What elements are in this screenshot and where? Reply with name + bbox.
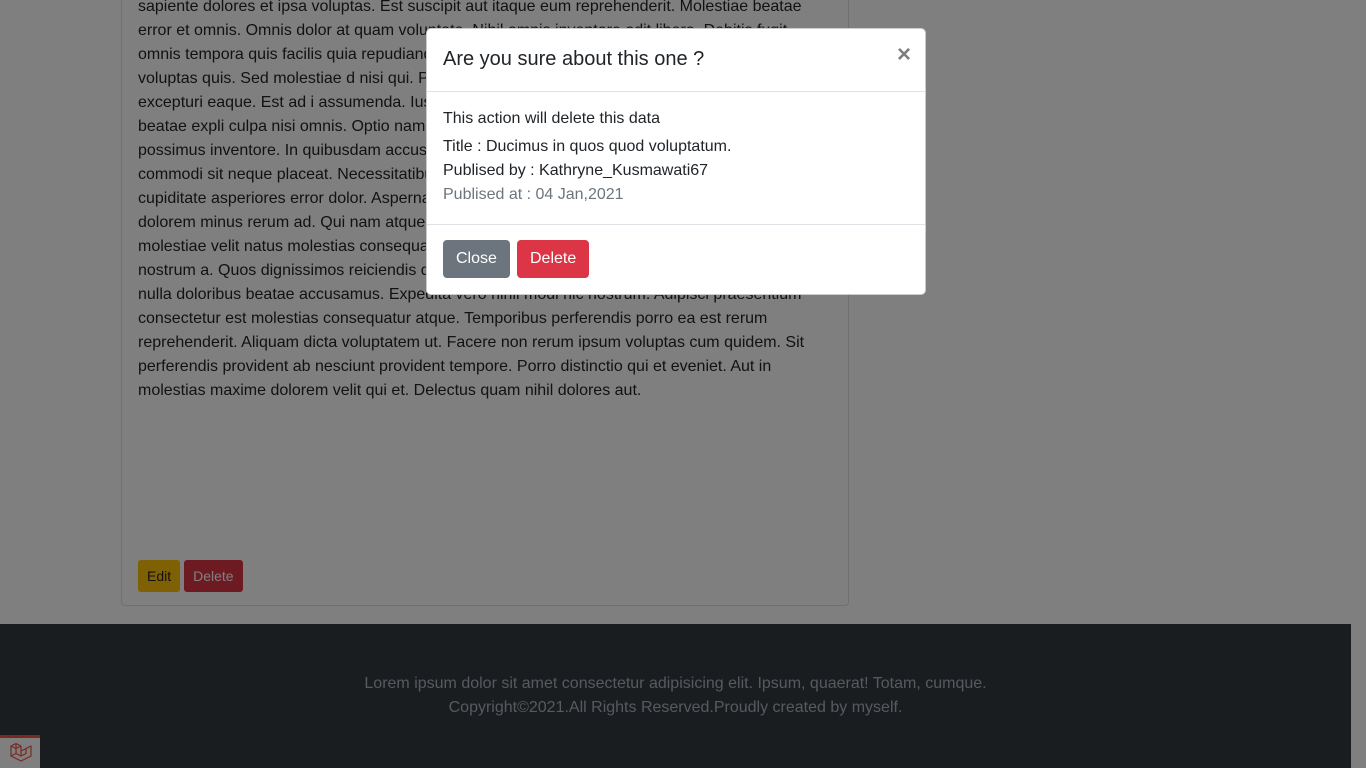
- close-icon[interactable]: ×: [897, 43, 911, 67]
- post-title-line: Title : Ducimus in quos quod voluptatum.: [443, 138, 732, 155]
- modal-footer: Close Delete: [427, 225, 925, 294]
- published-at-line: Publised at : 04 Jan,2021: [443, 186, 624, 203]
- delete-confirm-modal: Are you sure about this one ? × This act…: [426, 28, 926, 295]
- published-by-line: Publised by : Kathryne_Kusmawati67: [443, 162, 709, 179]
- modal-body: This action will delete this data Title …: [427, 92, 925, 225]
- modal-title: Are you sure about this one ?: [443, 48, 705, 70]
- delete-button[interactable]: Delete: [517, 240, 590, 278]
- modal-message: This action will delete this data: [443, 110, 660, 127]
- close-button[interactable]: Close: [443, 240, 510, 278]
- modal-header: Are you sure about this one ? ×: [427, 29, 925, 92]
